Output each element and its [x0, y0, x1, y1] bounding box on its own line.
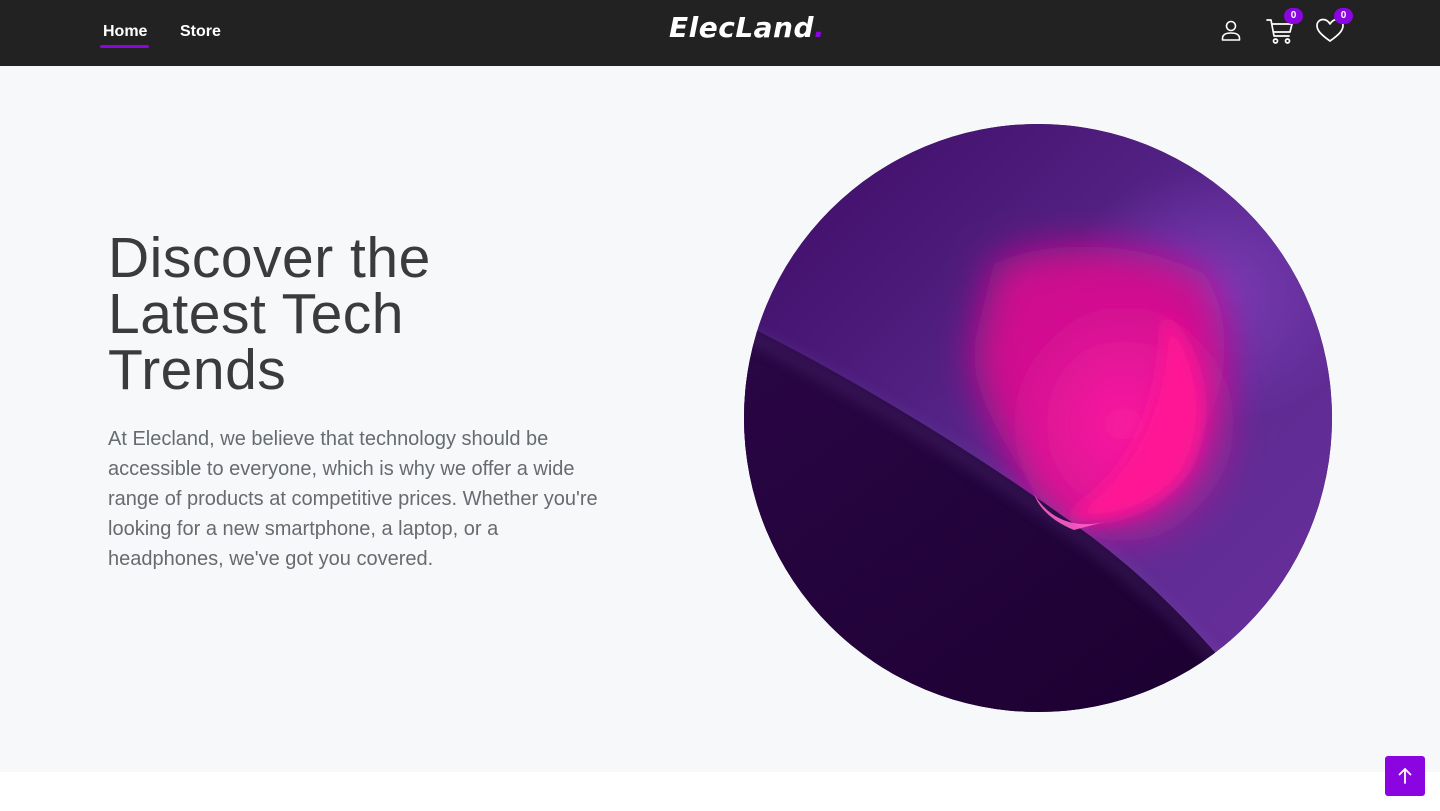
hero-section: Discover the Latest Tech Trends At Elecl…	[0, 66, 1440, 772]
logo-text: ElecLand	[669, 11, 815, 44]
cart-button[interactable]: 0	[1263, 8, 1303, 48]
nav-link-home[interactable]: Home	[103, 0, 147, 66]
hero-description: At Elecland, we believe that technology …	[108, 428, 598, 570]
nav-link-store[interactable]: Store	[180, 0, 221, 66]
logo[interactable]: ElecLand.	[669, 11, 825, 51]
wishlist-button[interactable]: 0	[1313, 8, 1353, 48]
navbar: Home Store ElecLand. 0 0	[0, 0, 1440, 66]
scroll-to-top-button[interactable]	[1385, 756, 1425, 796]
account-button[interactable]	[1214, 14, 1248, 48]
hero-image	[744, 124, 1332, 712]
logo-dot: .	[814, 11, 826, 44]
cart-count-badge: 0	[1284, 8, 1303, 24]
wishlist-count-badge: 0	[1334, 8, 1353, 24]
hero-title: Discover the Latest Tech Trends	[108, 226, 431, 402]
active-nav-indicator	[100, 45, 149, 48]
